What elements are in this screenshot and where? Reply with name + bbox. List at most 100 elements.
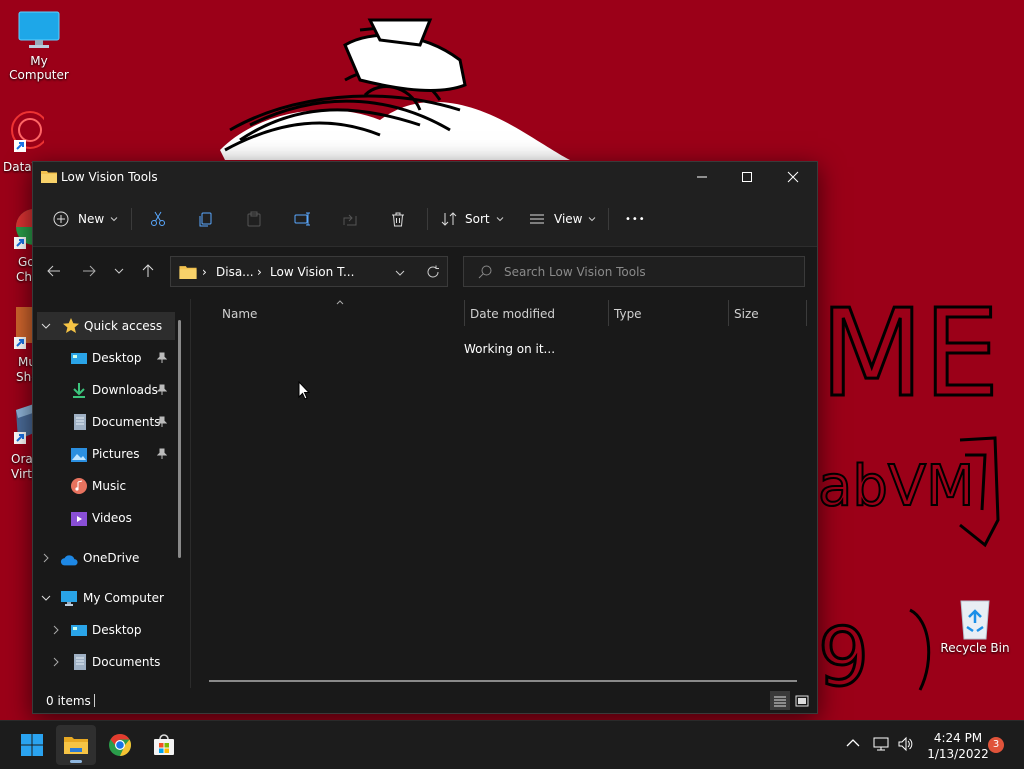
desktop-icon bbox=[71, 353, 87, 364]
delete-button[interactable] bbox=[390, 205, 406, 233]
pictures-icon bbox=[71, 448, 87, 462]
paste-button[interactable] bbox=[246, 205, 262, 233]
minimize-button[interactable] bbox=[679, 162, 725, 192]
more-options-button[interactable]: ••• bbox=[625, 205, 646, 233]
column-separator[interactable] bbox=[608, 300, 609, 326]
nav-item-onedrive[interactable]: OneDrive bbox=[33, 544, 173, 572]
chrome-icon bbox=[109, 734, 131, 756]
cut-button[interactable] bbox=[150, 205, 166, 233]
new-button[interactable]: New bbox=[53, 205, 118, 233]
sort-label: Sort bbox=[465, 212, 490, 226]
breadcrumb-item[interactable]: Low Vision T... bbox=[270, 265, 354, 279]
app-shortcut-icon bbox=[14, 307, 36, 349]
maximize-icon bbox=[742, 172, 752, 182]
notification-badge[interactable]: 3 bbox=[988, 737, 1004, 753]
sort-button[interactable]: Sort bbox=[441, 205, 504, 233]
nav-item-mycomputer-desktop[interactable]: Desktop bbox=[33, 616, 173, 644]
file-explorer-icon bbox=[64, 737, 88, 754]
details-view-button[interactable] bbox=[770, 691, 790, 710]
desktop-icon-recycle-bin[interactable]: Recycle Bin bbox=[937, 597, 1013, 655]
desktop-icon-label: Recycle Bin bbox=[940, 641, 1010, 655]
monitor-icon bbox=[17, 10, 61, 50]
item-count: 0 items bbox=[46, 694, 91, 708]
desktop-icon bbox=[71, 625, 87, 636]
column-header-type[interactable]: Type bbox=[614, 307, 642, 337]
arrow-up-icon bbox=[142, 264, 154, 277]
nav-item-label: Desktop bbox=[92, 623, 142, 637]
window-title: Low Vision Tools bbox=[61, 170, 158, 184]
chevron-down-icon bbox=[589, 217, 596, 222]
nav-item-desktop[interactable]: Desktop bbox=[33, 344, 173, 372]
breadcrumb-item[interactable]: Disa... bbox=[216, 265, 254, 279]
wallpaper-text-1: ME bbox=[820, 285, 999, 424]
document-icon bbox=[74, 654, 86, 670]
show-hidden-icons-button[interactable] bbox=[846, 737, 860, 751]
pane-divider[interactable] bbox=[190, 299, 191, 689]
toolbar-separator bbox=[131, 208, 132, 230]
horizontal-scrollbar[interactable] bbox=[209, 680, 797, 682]
virtualbox-icon bbox=[14, 404, 36, 444]
nav-item-label: OneDrive bbox=[83, 551, 140, 565]
nav-item-label: Quick access bbox=[84, 319, 163, 333]
column-header-size[interactable]: Size bbox=[734, 307, 759, 337]
nav-item-mycomputer-documents[interactable]: Documents bbox=[33, 648, 173, 676]
large-icons-view-button[interactable] bbox=[792, 691, 812, 710]
view-button[interactable]: View bbox=[529, 205, 596, 233]
chevron-down-icon bbox=[41, 323, 51, 329]
chevron-up-icon bbox=[846, 739, 860, 747]
nav-item-label: Downloads bbox=[92, 383, 158, 397]
column-separator[interactable] bbox=[728, 300, 729, 326]
back-button[interactable] bbox=[44, 261, 64, 281]
address-history-dropdown[interactable] bbox=[395, 267, 405, 281]
desktop-icon-google-chrome[interactable]: Go Ch bbox=[0, 205, 52, 285]
network-button[interactable] bbox=[873, 736, 889, 755]
sort-icon bbox=[441, 212, 457, 226]
title-bar[interactable]: Low Vision Tools bbox=[33, 162, 817, 192]
start-button[interactable] bbox=[12, 725, 52, 765]
nav-item-pictures[interactable]: Pictures bbox=[33, 440, 173, 468]
up-button[interactable] bbox=[138, 261, 158, 281]
column-header-date-modified[interactable]: Date modified bbox=[470, 307, 555, 337]
chevron-down-icon bbox=[41, 595, 51, 601]
file-explorer-window[interactable]: Low Vision Tools New Sort View ••• › Dis… bbox=[32, 161, 818, 714]
chevron-down-icon bbox=[395, 270, 405, 276]
share-icon bbox=[343, 214, 357, 226]
nav-item-my-computer[interactable]: My Computer bbox=[33, 584, 173, 612]
column-separator[interactable] bbox=[464, 300, 465, 326]
column-header-name[interactable]: Name bbox=[222, 307, 257, 337]
taskbar-microsoft-store[interactable] bbox=[144, 725, 184, 765]
nav-item-documents[interactable]: Documents bbox=[33, 408, 173, 436]
taskbar-file-explorer[interactable] bbox=[56, 725, 96, 765]
nav-item-quick-access[interactable]: Quick access bbox=[37, 312, 175, 340]
copy-button[interactable] bbox=[198, 205, 214, 233]
taskbar-chrome[interactable] bbox=[100, 725, 140, 765]
close-button[interactable] bbox=[770, 162, 816, 192]
recent-locations-button[interactable] bbox=[109, 261, 129, 281]
column-separator[interactable] bbox=[806, 300, 807, 326]
rename-button[interactable] bbox=[294, 205, 312, 233]
refresh-button[interactable] bbox=[426, 265, 440, 282]
address-bar[interactable]: › Disa... › Low Vision T... bbox=[170, 256, 448, 287]
taskbar: 4:24 PM 1/13/2022 3 bbox=[0, 720, 1024, 769]
chevron-down-icon bbox=[110, 217, 118, 222]
details-view-icon bbox=[774, 696, 786, 706]
toolbar-separator bbox=[608, 208, 609, 230]
nav-item-label: Pictures bbox=[92, 447, 140, 461]
nav-pane-scrollbar[interactable] bbox=[178, 320, 181, 558]
pin-icon bbox=[157, 448, 167, 459]
plus-circle-icon bbox=[53, 211, 69, 227]
volume-button[interactable] bbox=[897, 736, 913, 755]
nav-item-music[interactable]: Music bbox=[33, 472, 173, 500]
share-button[interactable] bbox=[342, 205, 358, 233]
search-input[interactable]: Search Low Vision Tools bbox=[463, 256, 805, 287]
recycle-bin-icon bbox=[953, 597, 997, 640]
nav-item-videos[interactable]: Videos bbox=[33, 504, 173, 532]
clock[interactable]: 4:24 PM 1/13/2022 bbox=[918, 730, 998, 762]
clock-time: 4:24 PM bbox=[933, 731, 983, 745]
arrow-left-icon bbox=[47, 265, 60, 277]
nav-item-downloads[interactable]: Downloads bbox=[33, 376, 173, 404]
desktop-icon-my-computer[interactable]: My Computer bbox=[1, 10, 77, 82]
forward-button[interactable] bbox=[79, 261, 99, 281]
maximize-button[interactable] bbox=[724, 162, 770, 192]
pin-icon bbox=[157, 384, 167, 395]
